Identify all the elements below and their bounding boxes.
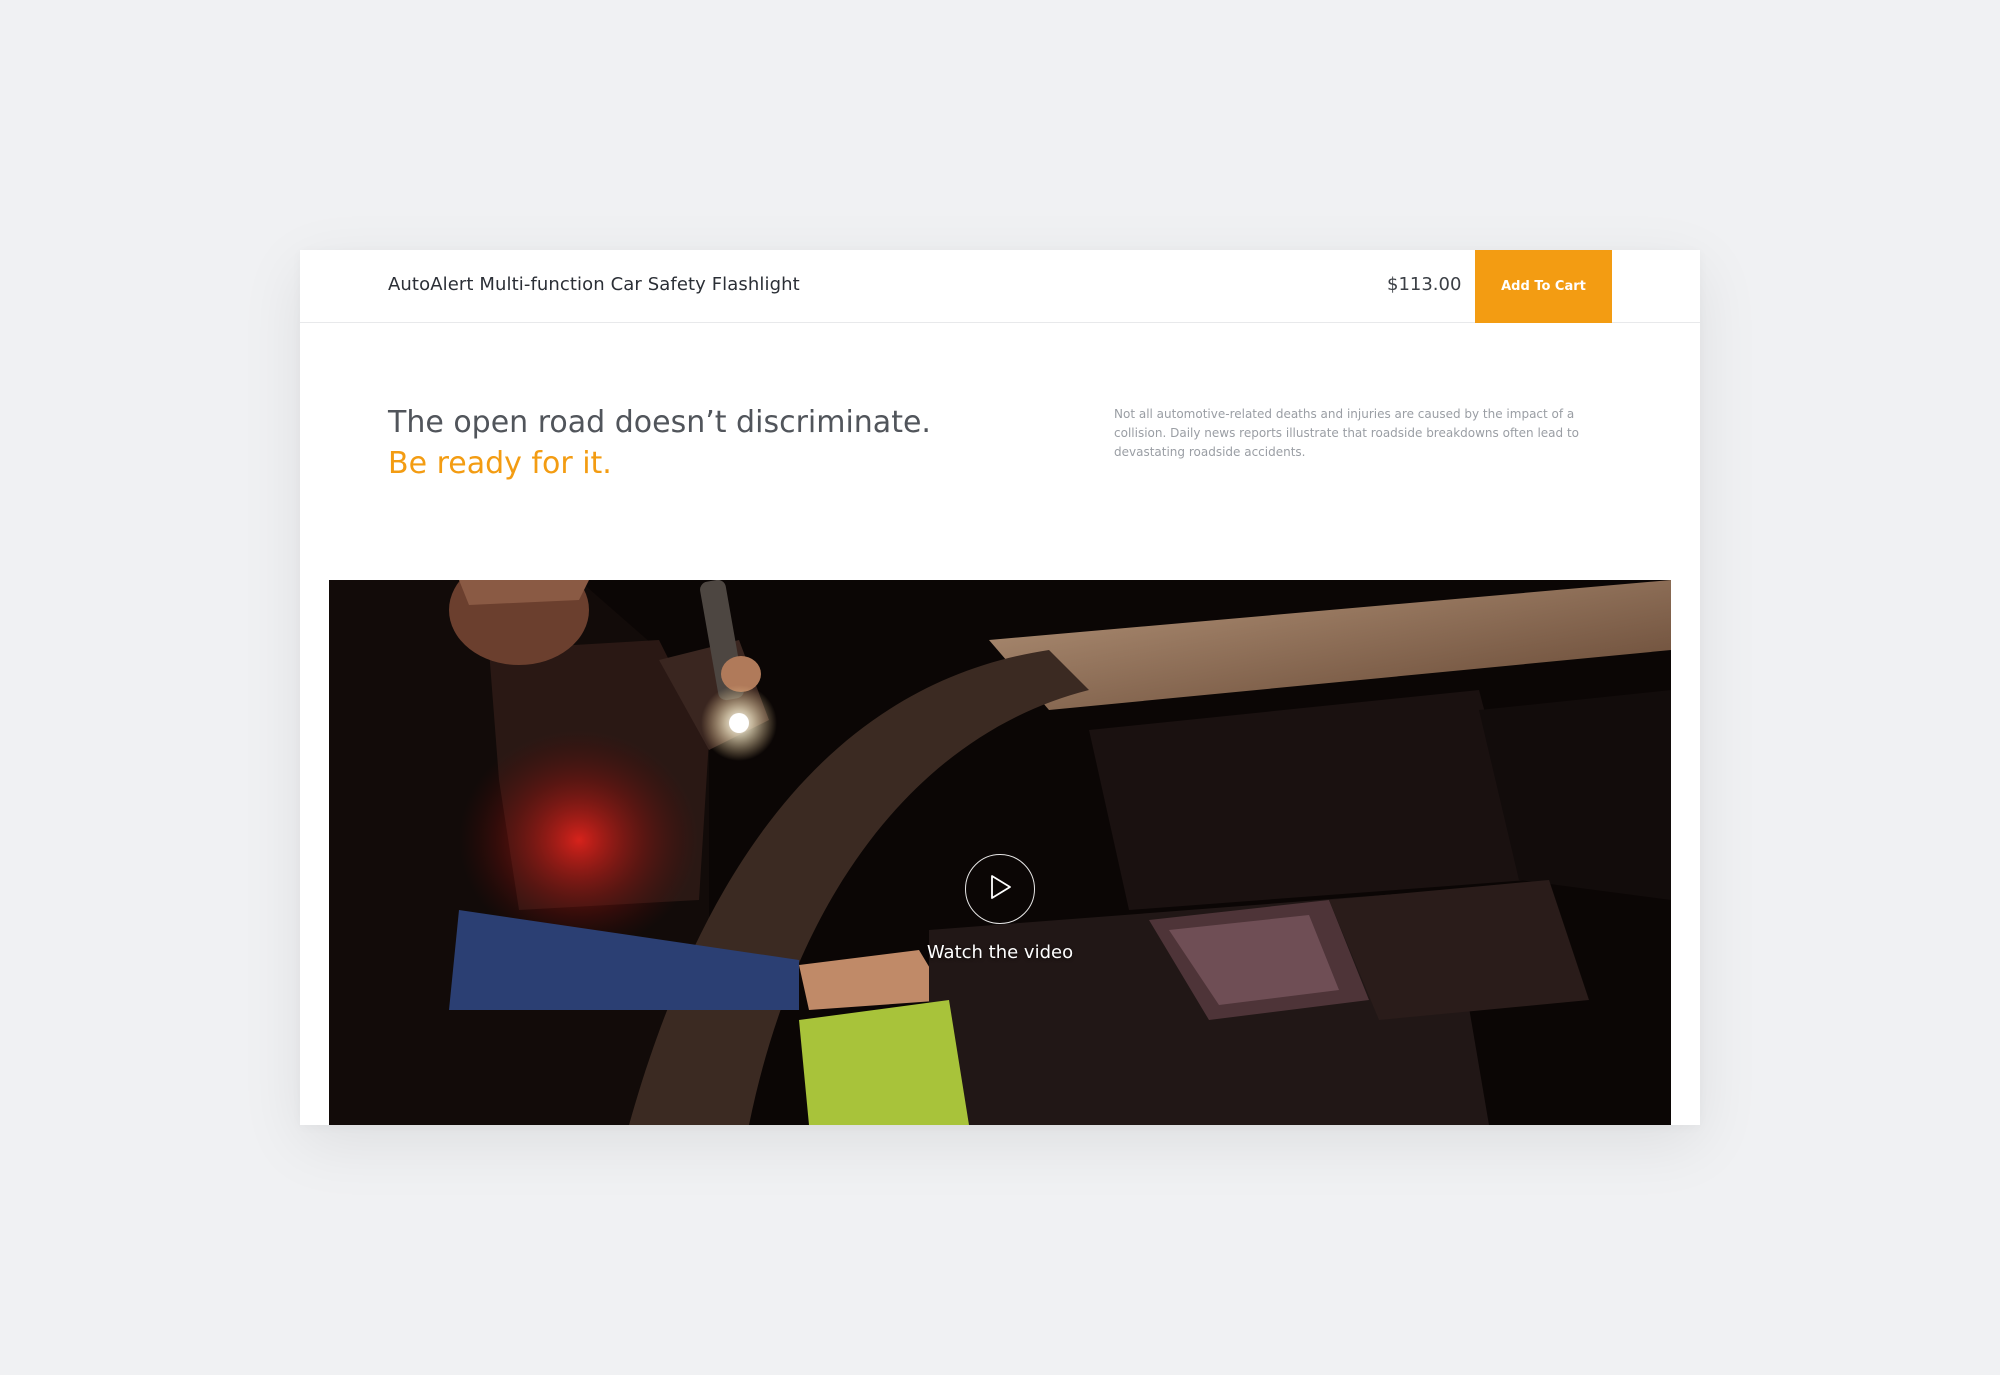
video-player[interactable]: Watch the video [329, 580, 1671, 1125]
product-price: $113.00 [1387, 274, 1462, 295]
hero-headline: The open road doesn’t discriminate. Be r… [388, 402, 1008, 484]
headline-text: The open road doesn’t discriminate. [388, 405, 931, 440]
product-header-bar: AutoAlert Multi-function Car Safety Flas… [300, 250, 1700, 323]
video-thumbnail [329, 580, 1671, 1125]
add-to-cart-button[interactable]: Add To Cart [1475, 250, 1612, 323]
product-card: AutoAlert Multi-function Car Safety Flas… [300, 250, 1700, 1125]
product-title: AutoAlert Multi-function Car Safety Flas… [388, 274, 800, 295]
play-button[interactable] [965, 854, 1035, 924]
headline-accent: Be ready for it. [388, 446, 612, 481]
watch-video-label[interactable]: Watch the video [800, 942, 1200, 963]
play-icon [987, 873, 1013, 905]
play-button-wrapper [965, 854, 1035, 924]
hero-description: Not all automotive-related deaths and in… [1114, 407, 1580, 459]
